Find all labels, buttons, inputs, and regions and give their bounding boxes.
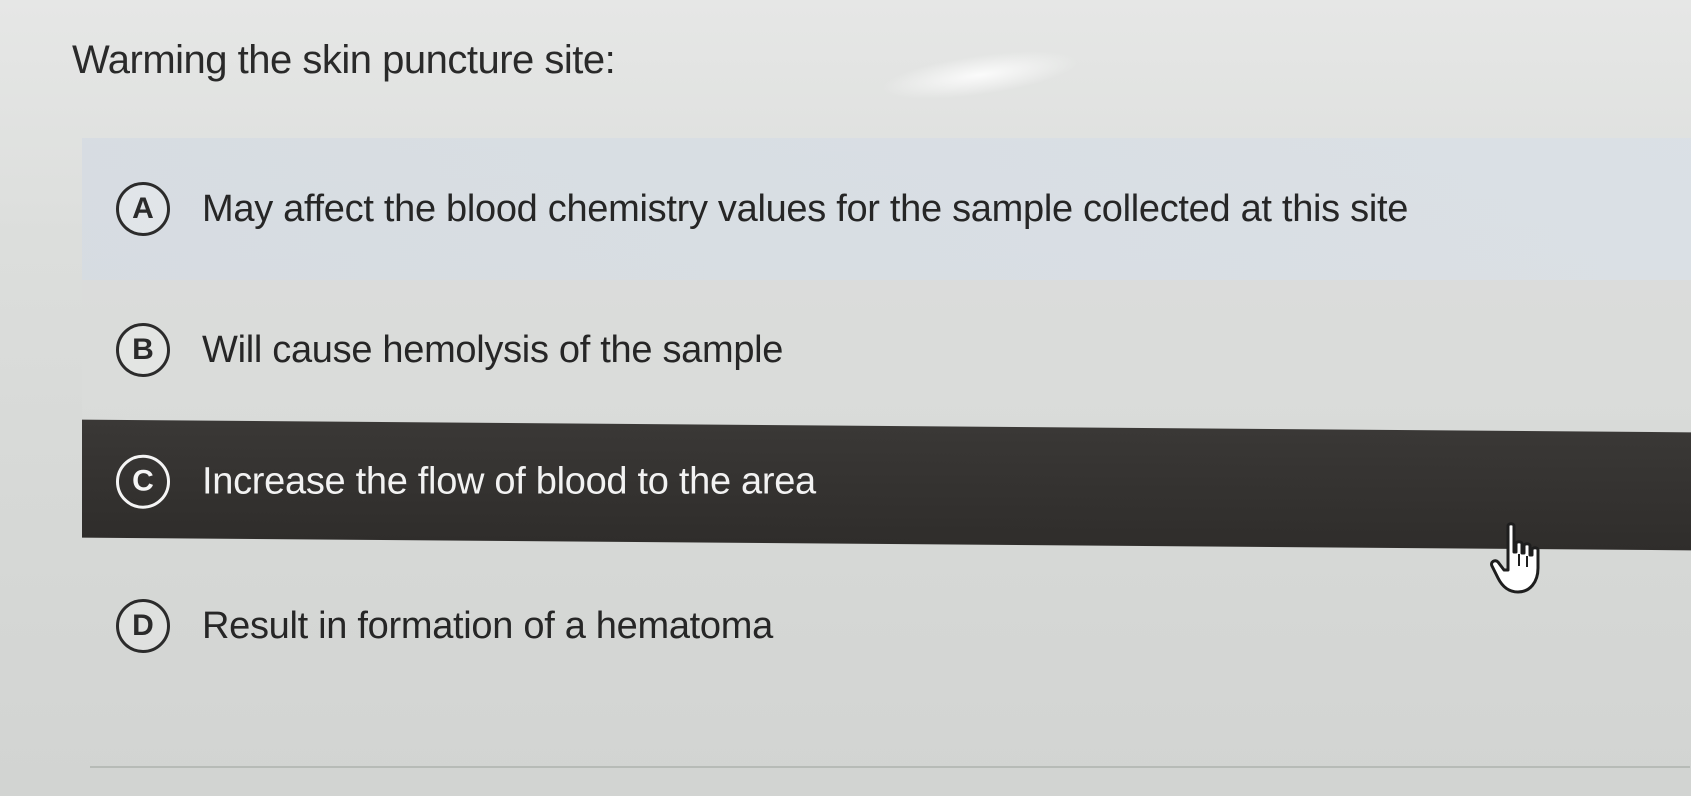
option-label: May affect the blood chemistry values fo… [202, 187, 1409, 230]
option-b[interactable]: B Will cause hemolysis of the sample [82, 280, 1691, 420]
screen-glare [878, 41, 1082, 109]
option-c[interactable]: C Increase the flow of blood to the area [82, 419, 1691, 551]
question-text: Warming the skin puncture site: [72, 38, 616, 82]
divider [90, 766, 1690, 768]
option-letter-badge: B [116, 323, 170, 377]
option-a[interactable]: A May affect the blood chemistry values … [82, 138, 1691, 280]
option-label: Result in formation of a hematoma [202, 604, 773, 647]
option-letter-badge: C [116, 454, 170, 509]
option-label: Will cause hemolysis of the sample [202, 328, 784, 371]
option-letter-badge: A [116, 182, 170, 236]
hand-pointer-icon [1490, 522, 1540, 594]
option-label: Increase the flow of blood to the area [202, 460, 816, 503]
option-d[interactable]: D Result in formation of a hematoma [82, 556, 1691, 696]
answer-options: A May affect the blood chemistry values … [82, 138, 1691, 696]
option-letter-badge: D [116, 599, 170, 653]
